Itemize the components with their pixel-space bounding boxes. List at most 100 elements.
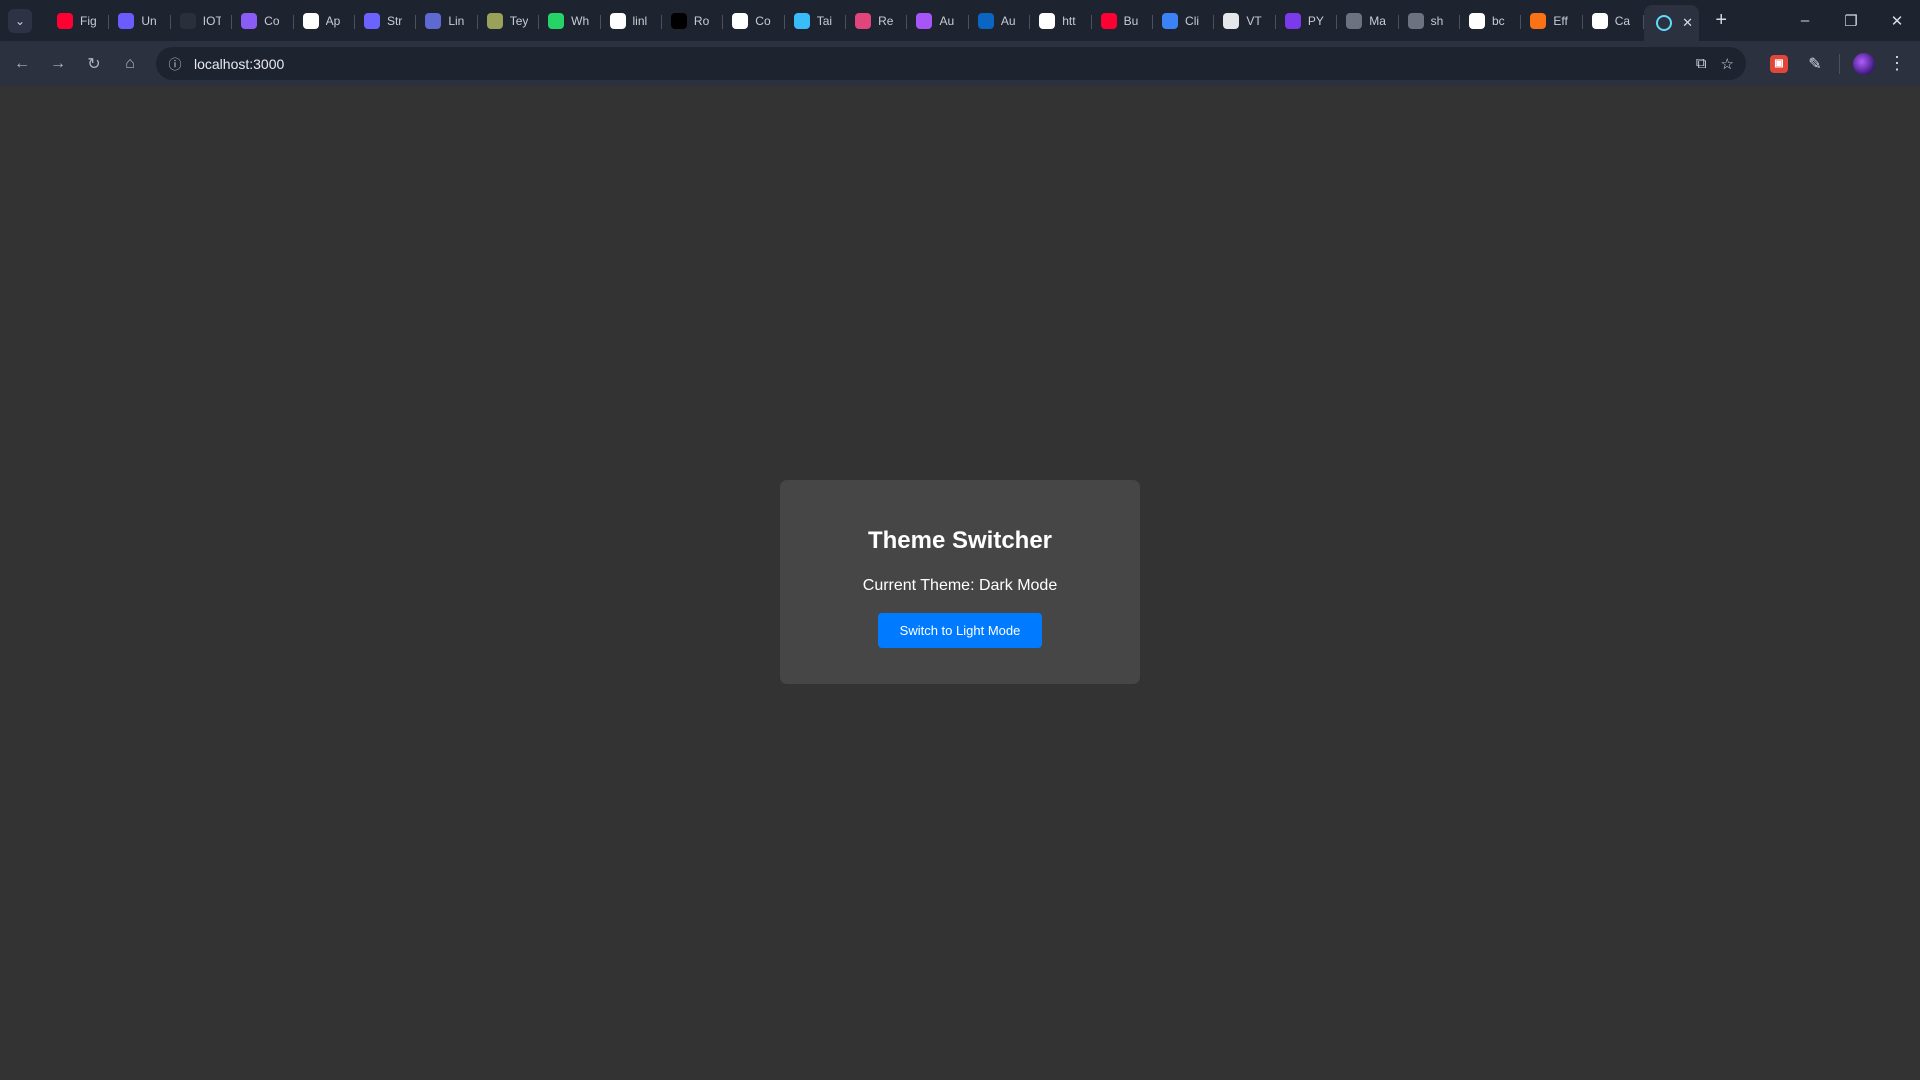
close-window-button[interactable]: ✕ [1874, 0, 1920, 41]
browser-tab[interactable]: Wh [539, 5, 601, 37]
site-info-button[interactable]: ⓘ [160, 49, 190, 79]
browser-tab[interactable]: PY [1276, 5, 1338, 37]
browser-tab[interactable]: Co [723, 5, 786, 37]
tab-title: Lin [448, 13, 465, 28]
tab-title: VT [1246, 13, 1262, 28]
browser-tab[interactable]: Str [355, 5, 417, 37]
tab-title: Eff [1553, 13, 1568, 28]
switch-theme-button[interactable]: Switch to Light Mode [878, 613, 1042, 648]
browser-menu-button[interactable]: ⋮ [1882, 46, 1912, 82]
browser-tab[interactable]: Tey [478, 5, 540, 37]
bookmark-star-icon[interactable]: ☆ [1721, 55, 1734, 73]
tab-title: htt [1062, 13, 1076, 28]
document-icon [1223, 12, 1240, 29]
circle-logo-icon [302, 12, 319, 29]
w-logo-icon [241, 12, 258, 29]
current-theme-text: Current Theme: Dark Mode [862, 577, 1058, 594]
chevron-down-icon: ⌄ [14, 13, 26, 28]
browser-tab[interactable]: htt [1030, 5, 1093, 37]
extensions-menu-button[interactable]: ✎ [1797, 46, 1833, 82]
toolbar-divider [1839, 53, 1840, 74]
browser-tab[interactable]: Un [109, 5, 172, 37]
code-icon [1346, 12, 1363, 29]
browser-tab[interactable]: Eff [1521, 5, 1584, 37]
close-tab-icon[interactable]: ✕ [1682, 15, 1693, 31]
tab-title: Bu [1123, 13, 1139, 28]
browser-tab[interactable]: Co [232, 5, 294, 37]
youtube-icon [1100, 12, 1117, 29]
linkedin-icon [977, 12, 994, 29]
address-bar[interactable]: ⓘ localhost:3000 ⧉ ☆ [156, 47, 1746, 80]
tailwind-icon [793, 12, 810, 29]
tab-title: Co [264, 13, 280, 28]
whatsapp-icon [548, 12, 565, 29]
tab-title: Tai [816, 13, 833, 28]
browser-tab[interactable]: Au [907, 5, 970, 37]
tab-title: sh [1430, 13, 1444, 28]
plus-icon: + [1715, 9, 1727, 31]
minimize-icon: – [1800, 12, 1810, 29]
extension-button[interactable]: ▣ [1761, 46, 1797, 82]
browser-tab[interactable]: linl [601, 5, 663, 37]
browser-tab[interactable]: Re [846, 5, 908, 37]
theme-card: Theme Switcher Current Theme: Dark Mode … [780, 480, 1140, 684]
browser-tab[interactable]: Ro [662, 5, 724, 37]
url-text[interactable]: localhost:3000 [194, 56, 284, 72]
browser-tab[interactable]: VT [1214, 5, 1277, 37]
browser-tab[interactable]: Tai [785, 5, 847, 37]
info-icon: ⓘ [168, 57, 182, 72]
browser-tab[interactable]: bc [1460, 5, 1522, 37]
s-logo-icon [363, 12, 380, 29]
tab-title: Au [939, 13, 955, 28]
tab-title: bc [1491, 13, 1505, 28]
tab-title: Ap [325, 13, 341, 28]
window-controls: – ❐ ✕ [1782, 0, 1920, 41]
reload-button[interactable]: ↻ [76, 46, 112, 82]
kebab-menu-icon: ⋮ [1888, 53, 1906, 73]
browser-tab[interactable]: Bu [1092, 5, 1154, 37]
spark-icon [1530, 12, 1547, 29]
tab-title: IOT [202, 13, 221, 28]
tab-title: Fig [80, 13, 97, 28]
google-icon [1039, 12, 1056, 29]
circuit-icon [179, 12, 196, 29]
browser-tab[interactable]: Au [969, 5, 1031, 37]
puzzle-icon: ✎ [1808, 55, 1822, 73]
address-bar-actions: ⧉ ☆ [1696, 47, 1734, 80]
restore-icon: ❐ [1844, 12, 1858, 30]
back-button[interactable]: ← [4, 46, 40, 82]
browser-tab[interactable]: Ma [1337, 5, 1399, 37]
install-app-icon[interactable]: ⧉ [1696, 55, 1707, 72]
browser-tab[interactable]: sh [1399, 5, 1461, 37]
browser-tab[interactable]: Lin [416, 5, 479, 37]
tab-list: Fig Un IOT Co Ap Str Lin Tey Wh linl Ro Co Tai Re Au Au… [48, 0, 1700, 41]
home-button[interactable]: ⌂ [112, 46, 148, 82]
page-title: Theme Switcher [867, 527, 1053, 554]
reload-icon: ↻ [87, 55, 101, 73]
minimize-button[interactable]: – [1782, 0, 1828, 41]
browser-tab[interactable]: Ap [294, 5, 356, 37]
restore-button[interactable]: ❐ [1828, 0, 1874, 41]
forward-button[interactable]: → [40, 46, 76, 82]
active-browser-tab[interactable]: ✕ [1644, 5, 1700, 41]
tab-title: Ro [693, 13, 710, 28]
browser-tab[interactable]: Fig [48, 5, 110, 37]
tab-title: Cli [1185, 13, 1200, 28]
new-tab-button[interactable]: + [1707, 7, 1735, 35]
youtube-icon [57, 12, 73, 29]
profile-button[interactable] [1846, 46, 1882, 82]
browser-tab[interactable]: Cli [1153, 5, 1215, 37]
dot-icon [1284, 12, 1301, 29]
tab-title: Str [386, 13, 403, 28]
tab-title: Au [1000, 13, 1016, 28]
close-icon: ✕ [1890, 12, 1904, 30]
github-icon [609, 12, 626, 29]
tab-title: Ca [1614, 13, 1631, 28]
extension-icon: ▣ [1770, 54, 1788, 73]
tab-title: Un [141, 13, 157, 28]
shield-icon [916, 12, 933, 29]
arrow-left-icon: ← [14, 54, 30, 72]
tab-search-button[interactable]: ⌄ [8, 8, 32, 33]
browser-tab[interactable]: Ca [1583, 5, 1645, 37]
browser-tab[interactable]: IOT [171, 5, 233, 37]
